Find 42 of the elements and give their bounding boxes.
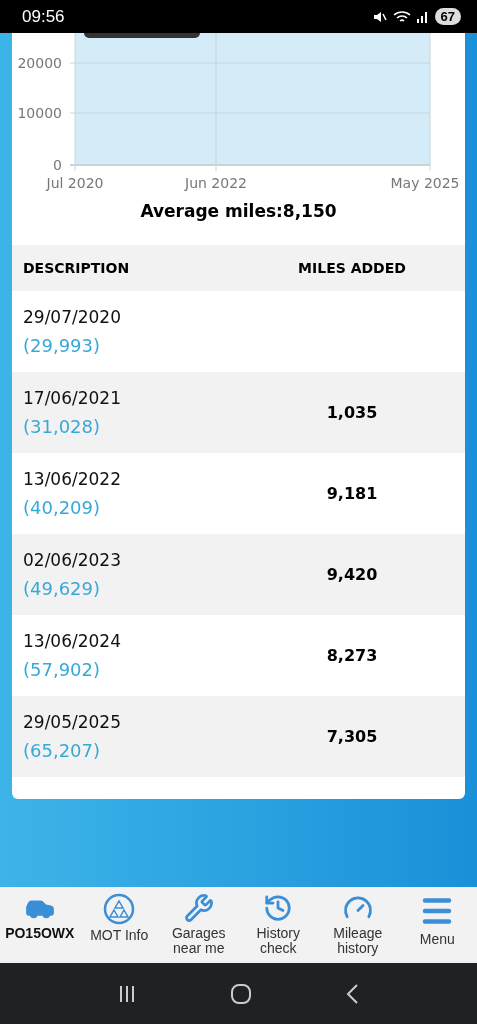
axis-label: 0 — [53, 157, 62, 173]
nav-button[interactable]: History check — [238, 887, 318, 963]
home-icon[interactable] — [229, 982, 252, 1005]
date-text: 29/07/2020 — [23, 307, 122, 327]
nav-button[interactable]: Garages near me — [159, 887, 239, 963]
nav-button[interactable]: MOT Info — [79, 887, 159, 963]
nav-button[interactable]: Menu — [397, 887, 477, 963]
signal-icon — [416, 10, 429, 23]
date-text: 02/06/2023 — [23, 550, 122, 570]
wrench-icon — [183, 893, 214, 923]
date-text: 13/06/2022 — [23, 469, 122, 489]
average-miles: Average miles:8,150 — [139, 200, 338, 223]
date-text: 17/06/2021 — [23, 388, 122, 408]
miles-added: 8,273 — [326, 646, 378, 665]
mot-icon — [103, 893, 136, 925]
nav-button[interactable]: Mileage history — [318, 887, 398, 963]
miles-added: 9,181 — [326, 484, 378, 503]
odometer-reading: (40,209) — [23, 497, 102, 518]
odometer-reading: (57,902) — [23, 659, 102, 680]
date-text: 13/06/2024 — [23, 631, 122, 651]
odometer-reading: (31,028) — [23, 416, 102, 437]
odometer-reading: (65,207) — [23, 740, 102, 761]
axis-label: May 2025 — [390, 175, 460, 191]
miles-added: 1,035 — [326, 403, 378, 422]
battery-level: 67 — [434, 8, 461, 25]
odometer-reading: (49,629) — [23, 578, 102, 599]
miles-added: 9,420 — [326, 565, 378, 584]
axis-label: Jul 2020 — [46, 175, 104, 191]
nav-button[interactable]: PO15OWX — [0, 887, 80, 963]
odometer-reading: (29,993) — [23, 335, 102, 356]
axis-label: Jun 2022 — [185, 175, 247, 191]
date-text: 29/05/2025 — [23, 712, 122, 732]
back-icon[interactable] — [344, 982, 361, 1005]
mute-icon — [372, 9, 387, 24]
miles-added: 7,305 — [326, 727, 378, 746]
column-header: MILES ADDED — [298, 260, 406, 276]
axis-label: 10000 — [17, 105, 62, 121]
column-header: DESCRIPTION — [23, 260, 130, 276]
history-icon — [263, 893, 294, 923]
axis-label: 20000 — [17, 55, 62, 71]
status-time: 09:56 — [22, 6, 65, 27]
wifi-icon — [392, 9, 411, 24]
